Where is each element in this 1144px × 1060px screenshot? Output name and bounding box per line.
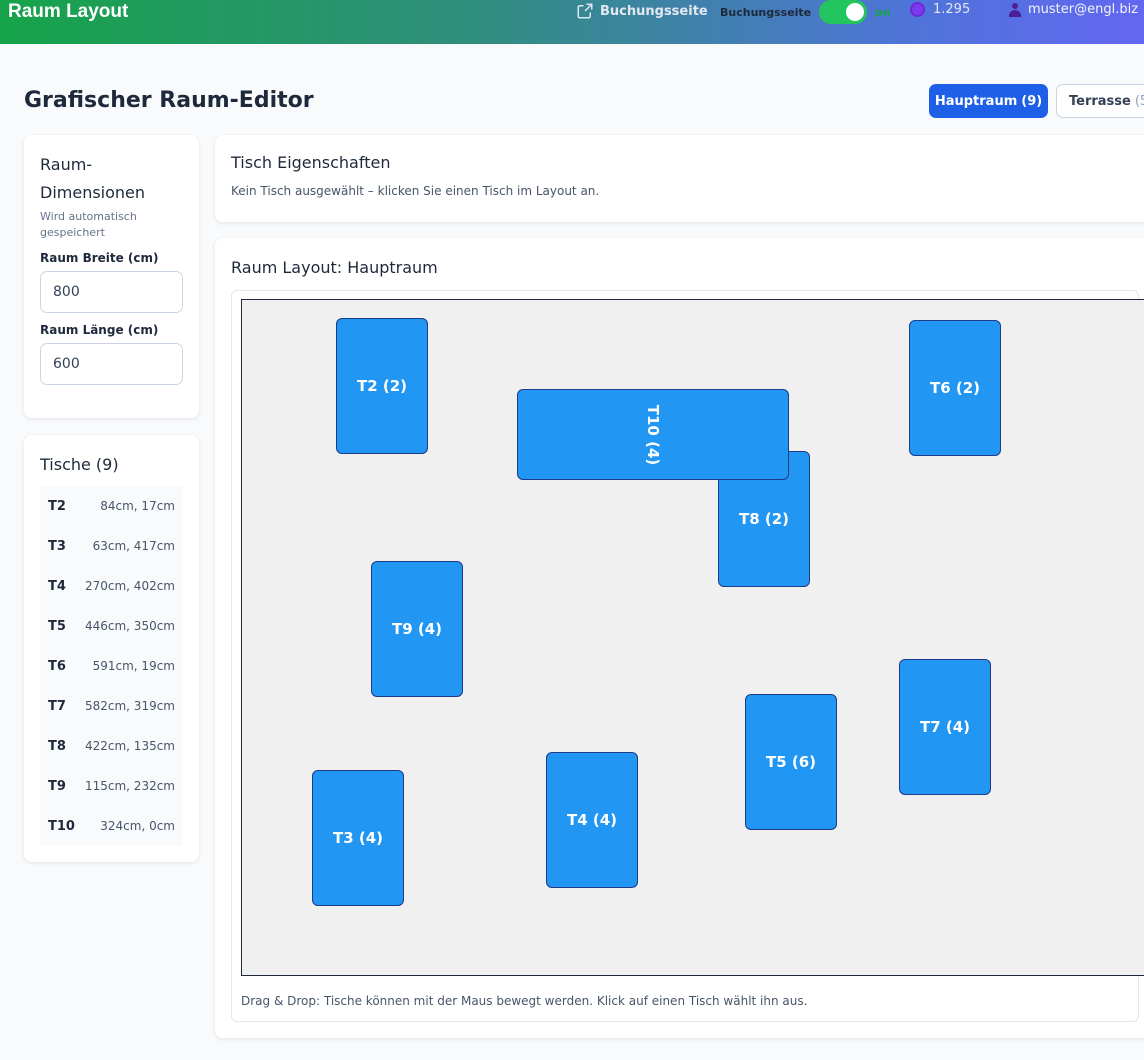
toggle-state-text: on	[875, 5, 891, 19]
table-label: T4 (4)	[566, 811, 618, 829]
table-list-item[interactable]: T4 270cm, 402cm	[40, 566, 183, 606]
room-tab-terrasse[interactable]: Terrasse (5)	[1056, 84, 1144, 118]
layout-title: Raum Layout: Hauptraum	[231, 258, 438, 277]
booking-page-toggle-group: Buchungsseite on	[720, 0, 891, 24]
table-label: T7 (4)	[919, 718, 971, 736]
user-email: muster@engl.biz	[1028, 2, 1139, 17]
table-position: 422cm, 135cm	[84, 739, 175, 753]
table-list-item[interactable]: T8 422cm, 135cm	[40, 726, 183, 766]
autosave-hint: Wird automatisch gespeichert	[40, 210, 137, 239]
user-menu[interactable]: muster@engl.biz	[1008, 2, 1138, 17]
table-name: T6	[48, 658, 66, 674]
layout-table-t7[interactable]: T7 (4)	[899, 659, 991, 795]
table-list-item[interactable]: T6 591cm, 19cm	[40, 646, 183, 686]
table-label: T3 (4)	[332, 829, 384, 847]
table-list: T2 84cm, 17cm T3 63cm, 417cm T4 270cm, 402c…	[40, 486, 183, 846]
booking-page-link[interactable]: Buchungsseite	[576, 2, 708, 20]
room-length-label: Raum Länge (cm)	[40, 323, 159, 337]
room-dimensions-card: Raum-Dimensionen Wird automatisch gespei…	[24, 135, 199, 418]
credits-value: 1.295	[933, 2, 971, 17]
table-label: T2 (2)	[356, 377, 408, 395]
properties-title: Tisch Eigenschaften	[231, 153, 391, 172]
table-label: T6 (2)	[929, 379, 981, 397]
no-selection-hint: Kein Tisch ausgewählt – klicken Sie eine…	[231, 184, 600, 198]
table-name: T2	[48, 498, 66, 514]
layout-canvas-frame: T2 (2) T6 (2) T8 (2) T10 (4) T9 (4) T7 (…	[231, 290, 1144, 1022]
table-list-item[interactable]: T3 63cm, 417cm	[40, 526, 183, 566]
room-tab-label: Hauptraum	[934, 93, 1018, 109]
table-position: 582cm, 319cm	[84, 699, 175, 713]
room-tab-count: (9)	[1021, 93, 1043, 109]
table-position: 270cm, 402cm	[84, 579, 175, 593]
layout-table-t5[interactable]: T5 (6)	[745, 694, 837, 830]
layout-table-t4[interactable]: T4 (4)	[546, 752, 638, 888]
tables-list-card: Tische (9) T2 84cm, 17cm T3 63cm, 417cm T4…	[24, 435, 199, 862]
room-layout-canvas[interactable]: T2 (2) T6 (2) T8 (2) T10 (4) T9 (4) T7 (…	[241, 299, 1144, 976]
layout-table-t10[interactable]: T10 (4)	[517, 389, 789, 480]
room-length-input[interactable]	[40, 343, 183, 385]
external-link-icon	[577, 3, 593, 19]
room-width-input[interactable]	[40, 271, 183, 313]
table-label: T5 (6)	[765, 753, 817, 771]
room-tab-hauptraum[interactable]: Hauptraum (9)	[929, 84, 1048, 118]
layout-table-t2[interactable]: T2 (2)	[336, 318, 428, 454]
dimensions-title: Raum-Dimensionen	[40, 155, 146, 202]
room-width-label: Raum Breite (cm)	[40, 251, 159, 265]
table-position: 84cm, 17cm	[100, 499, 175, 513]
drag-drop-hint: Drag & Drop: Tische können mit der Maus …	[241, 994, 808, 1008]
user-icon	[1008, 2, 1022, 17]
table-name: T4	[48, 578, 66, 594]
layout-table-t6[interactable]: T6 (2)	[909, 320, 1001, 456]
table-position: 591cm, 19cm	[92, 659, 175, 673]
credits-display[interactable]: 1.295	[910, 2, 970, 17]
top-navigation-bar: Raum Layout Buchungsseite Buchungsseite …	[0, 0, 1144, 44]
page-title: Grafischer Raum-Editor	[24, 88, 314, 113]
table-label: T8 (2)	[738, 510, 790, 528]
room-layout-card: Raum Layout: Hauptraum T2 (2) T6 (2) T8 …	[215, 238, 1144, 1038]
table-list-item[interactable]: T2 84cm, 17cm	[40, 486, 183, 526]
table-list-item[interactable]: T9 115cm, 232cm	[40, 766, 183, 806]
table-properties-card: Tisch Eigenschaften Kein Tisch ausgewähl…	[215, 135, 1144, 222]
table-label: T9 (4)	[391, 620, 443, 638]
table-position: 115cm, 232cm	[84, 779, 175, 793]
table-position: 63cm, 417cm	[92, 539, 175, 553]
layout-table-t9[interactable]: T9 (4)	[371, 561, 463, 697]
room-tab-count: (5)	[1134, 93, 1144, 109]
table-name: T3	[48, 538, 66, 554]
booking-link-label: Buchungsseite	[600, 3, 708, 19]
table-label: T10 (4)	[643, 404, 662, 465]
layout-table-t3[interactable]: T3 (4)	[312, 770, 404, 906]
booking-toggle-label: Buchungsseite	[720, 5, 812, 19]
table-position: 446cm, 350cm	[84, 619, 175, 633]
table-name: T9	[48, 778, 66, 794]
table-position: 324cm, 0cm	[100, 819, 175, 833]
table-name: T10	[48, 818, 75, 834]
table-name: T8	[48, 738, 66, 754]
booking-page-toggle[interactable]	[819, 0, 868, 24]
clock-icon	[910, 2, 925, 17]
tables-title: Tische (9)	[40, 455, 119, 474]
room-tab-label: Terrasse	[1069, 93, 1131, 109]
table-name: T5	[48, 618, 66, 634]
app-brand[interactable]: Raum Layout	[8, 0, 128, 24]
table-list-item[interactable]: T7 582cm, 319cm	[40, 686, 183, 726]
table-list-item[interactable]: T10 324cm, 0cm	[40, 806, 183, 846]
table-name: T7	[48, 698, 66, 714]
table-list-item[interactable]: T5 446cm, 350cm	[40, 606, 183, 646]
